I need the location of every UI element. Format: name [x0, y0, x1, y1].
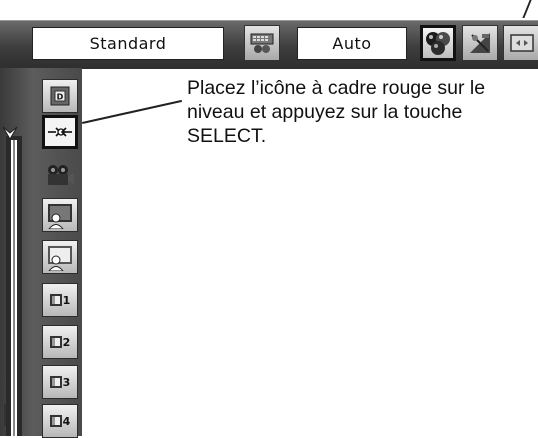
sidebar-item-monitor-2[interactable]: 2 — [42, 325, 78, 359]
monitor-icon: 1 — [49, 293, 71, 307]
callout-text: Placez l’icône à cadre rouge sur le nive… — [187, 77, 486, 147]
d-icon: D — [50, 86, 70, 106]
mode-value: Standard — [89, 34, 167, 53]
color-balls-icon — [426, 32, 450, 55]
monitor-icon: 3 — [49, 375, 71, 389]
keyboard-remote-icon — [250, 33, 274, 53]
level-track-line — [13, 140, 15, 436]
screen-icon — [510, 34, 534, 52]
sidebar-item-person-light[interactable] — [42, 240, 78, 274]
callout-line — [82, 99, 182, 124]
color-adjust-button[interactable] — [420, 25, 456, 61]
monitor-icon: 2 — [49, 335, 71, 349]
menu-bar: Standard Auto — [0, 20, 538, 69]
sidebar-item-d[interactable]: D — [42, 79, 78, 113]
sidebar-item-person-dark[interactable] — [42, 198, 78, 232]
sliders-icon — [470, 33, 490, 53]
svg-text:D: D — [57, 93, 64, 102]
sidebar-item-camera[interactable] — [42, 158, 78, 192]
monitor-number: 4 — [62, 414, 71, 428]
level-tick — [4, 404, 6, 426]
keyboard-remote-button[interactable] — [244, 25, 280, 61]
person-light-icon — [48, 246, 72, 271]
setting-field[interactable]: Auto — [297, 27, 407, 60]
level-marker-icon[interactable] — [0, 123, 20, 143]
setting-value: Auto — [332, 34, 372, 53]
image-adjust-button[interactable] — [462, 25, 498, 61]
sidebar-item-arrows[interactable] — [42, 115, 78, 149]
sidebar-item-monitor-4[interactable]: 4 — [42, 404, 78, 438]
monitor-number: 2 — [62, 335, 71, 349]
person-dark-icon — [48, 204, 72, 229]
arrows-in-icon — [48, 127, 72, 137]
mode-field[interactable]: Standard — [32, 27, 224, 60]
pointer-line — [522, 0, 532, 18]
monitor-number: 1 — [62, 293, 71, 307]
screen-button[interactable] — [503, 25, 538, 61]
camera-icon — [48, 165, 74, 185]
sidebar-item-monitor-1[interactable]: 1 — [42, 283, 78, 317]
monitor-number: 3 — [62, 375, 71, 389]
monitor-icon: 4 — [49, 414, 71, 428]
sidebar-item-monitor-3[interactable]: 3 — [42, 365, 78, 399]
